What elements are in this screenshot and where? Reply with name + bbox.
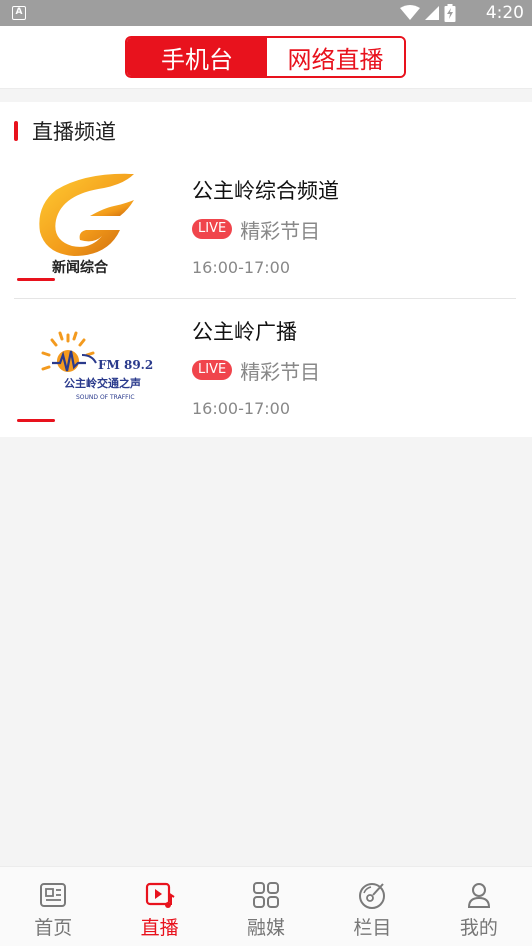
- nav-label: 直播: [140, 917, 179, 939]
- channel-name: 公主岭广播: [192, 320, 297, 344]
- channel-item[interactable]: 新闻综合 公主岭综合频道 LIVE 精彩节目 16:00-17:00: [0, 158, 532, 298]
- live-channel-section: 直播频道 新闻综合 公主岭综合频道 LIVE 精彩节目 16:00-17:00 …: [0, 102, 532, 437]
- notification-a-icon: A: [12, 6, 26, 20]
- section-accent-bar: [14, 121, 18, 141]
- nav-columns[interactable]: 栏目: [319, 867, 425, 946]
- svg-text:SOUND OF TRAFFIC: SOUND OF TRAFFIC: [76, 394, 135, 401]
- news-icon: [40, 883, 67, 907]
- channel-logo-news: 新闻综合: [16, 170, 164, 278]
- channel-info: 公主岭综合频道 LIVE 精彩节目 16:00-17:00: [192, 176, 512, 277]
- thumb-indicator: [17, 278, 55, 281]
- nav-label: 栏目: [353, 917, 392, 939]
- nav-media[interactable]: 融媒: [213, 867, 319, 946]
- channel-logo-radio: FM 89.2 公主岭交通之声 SOUND OF TRAFFIC: [16, 311, 164, 419]
- tab-mobile-station[interactable]: 手机台: [127, 38, 267, 76]
- live-play-icon: [145, 882, 175, 908]
- battery-charging-icon: [444, 4, 456, 22]
- column-disc-icon: [359, 883, 386, 909]
- bottom-navigation: 首页 直播 融媒 栏目 我的: [0, 866, 532, 946]
- signal-icon: [425, 6, 439, 20]
- status-time: 4:20: [485, 3, 524, 23]
- svg-text:FM 89.2: FM 89.2: [98, 358, 153, 372]
- nav-home[interactable]: 首页: [0, 867, 106, 946]
- program-time: 16:00-17:00: [192, 399, 290, 418]
- nav-label: 融媒: [247, 917, 286, 939]
- channel-item[interactable]: FM 89.2 公主岭交通之声 SOUND OF TRAFFIC 公主岭广播 L…: [14, 298, 516, 438]
- program-line: LIVE 精彩节目: [192, 214, 512, 244]
- program-line: LIVE 精彩节目: [192, 355, 512, 385]
- svg-text:新闻综合: 新闻综合: [52, 259, 109, 276]
- wifi-icon: [400, 5, 420, 20]
- nav-label: 我的: [459, 917, 498, 939]
- system-icons: [400, 4, 456, 22]
- section-header: 直播频道: [14, 116, 116, 146]
- program-title: 精彩节目: [240, 218, 321, 243]
- thumb-indicator: [17, 419, 55, 422]
- status-bar: A 4:20: [0, 0, 532, 26]
- svg-text:公主岭交通之声: 公主岭交通之声: [64, 376, 141, 390]
- live-badge: LIVE: [192, 360, 233, 380]
- program-time: 16:00-17:00: [192, 258, 290, 277]
- live-badge: LIVE: [192, 219, 233, 239]
- channel-name: 公主岭综合频道: [192, 179, 339, 203]
- radio-logo-icon: FM 89.2 公主岭交通之声 SOUND OF TRAFFIC: [41, 331, 153, 401]
- nav-label: 首页: [34, 917, 73, 939]
- news-logo-icon: 新闻综合: [39, 173, 134, 276]
- program-title: 精彩节目: [240, 359, 321, 384]
- top-header: 手机台 网络直播: [0, 26, 532, 89]
- user-icon: [467, 883, 490, 908]
- section-title: 直播频道: [32, 120, 116, 144]
- nav-live[interactable]: 直播: [106, 867, 212, 946]
- segmented-tabs: 手机台 网络直播: [125, 36, 406, 78]
- nav-profile[interactable]: 我的: [426, 867, 532, 946]
- grid-icon: [253, 882, 280, 908]
- tab-network-live[interactable]: 网络直播: [267, 38, 404, 76]
- channel-info: 公主岭广播 LIVE 精彩节目 16:00-17:00: [192, 317, 512, 418]
